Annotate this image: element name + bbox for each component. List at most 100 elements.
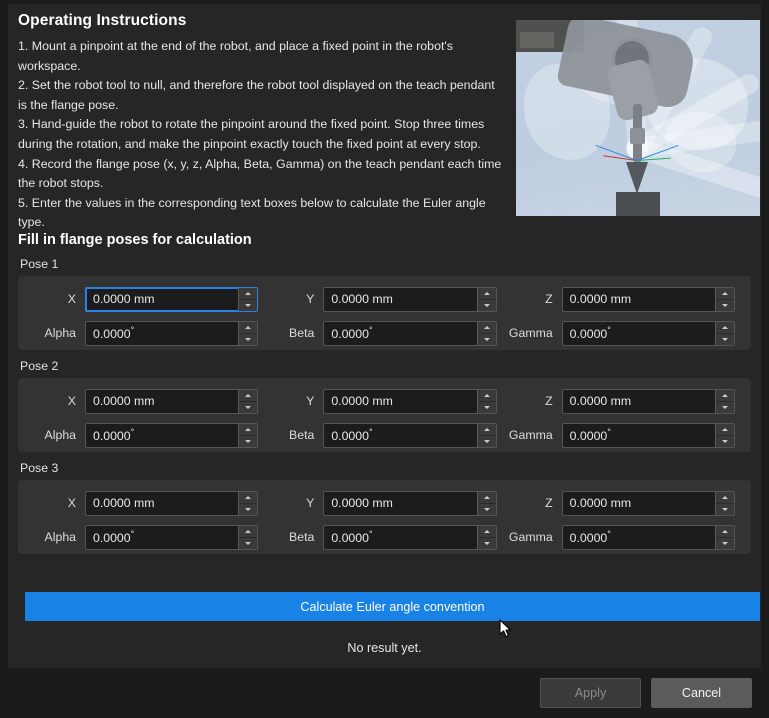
stepper-down-icon[interactable]	[478, 504, 496, 515]
stepper-down-icon[interactable]	[716, 436, 734, 447]
stepper-down-icon[interactable]	[478, 300, 496, 311]
beta-stepper[interactable]	[477, 424, 496, 447]
stepper-up-icon[interactable]	[716, 390, 734, 402]
stepper-down-icon[interactable]	[239, 436, 257, 447]
stepper-up-icon[interactable]	[239, 288, 257, 300]
z-value[interactable]: 0.0000 mm	[563, 292, 715, 306]
alpha-value[interactable]: 0.0000°	[86, 529, 238, 545]
z-value[interactable]: 0.0000 mm	[563, 394, 715, 408]
stepper-up-icon[interactable]	[478, 492, 496, 504]
cancel-button[interactable]: Cancel	[651, 678, 752, 708]
stepper-up-icon[interactable]	[239, 390, 257, 402]
beta-stepper[interactable]	[477, 526, 496, 549]
x-spinbox[interactable]: 0.0000 mm	[85, 287, 258, 312]
gamma-stepper[interactable]	[715, 424, 734, 447]
stepper-down-icon[interactable]	[478, 402, 496, 413]
x-spinbox[interactable]: 0.0000 mm	[85, 389, 258, 414]
stepper-up-icon[interactable]	[716, 424, 734, 436]
y-value[interactable]: 0.0000 mm	[324, 496, 476, 510]
stepper-down-icon[interactable]	[716, 538, 734, 549]
beta-value[interactable]: 0.0000°	[324, 529, 476, 545]
gamma-value[interactable]: 0.0000°	[563, 427, 715, 443]
z-value[interactable]: 0.0000 mm	[563, 496, 715, 510]
beta-stepper[interactable]	[477, 322, 496, 345]
stepper-up-icon[interactable]	[239, 526, 257, 538]
gamma-value[interactable]: 0.0000°	[563, 529, 715, 545]
stepper-down-icon[interactable]	[239, 402, 257, 413]
pose-orientation-row: Alpha 0.0000° Beta 0.0000°	[27, 319, 742, 347]
x-spinbox[interactable]: 0.0000 mm	[85, 491, 258, 516]
stepper-down-icon[interactable]	[716, 300, 734, 311]
alpha-spinbox[interactable]: 0.0000°	[85, 423, 258, 448]
y-spinbox[interactable]: 0.0000 mm	[323, 491, 496, 516]
stepper-up-icon[interactable]	[478, 390, 496, 402]
stepper-up-icon[interactable]	[716, 288, 734, 300]
stepper-down-icon[interactable]	[239, 334, 257, 345]
gamma-spinbox[interactable]: 0.0000°	[562, 525, 735, 550]
x-stepper[interactable]	[238, 390, 257, 413]
field-z: Z 0.0000 mm	[504, 491, 742, 516]
z-stepper[interactable]	[715, 288, 734, 311]
stepper-up-icon[interactable]	[478, 288, 496, 300]
alpha-value[interactable]: 0.0000°	[86, 427, 238, 443]
y-stepper[interactable]	[477, 288, 496, 311]
stepper-down-icon[interactable]	[239, 300, 257, 311]
stepper-down-icon[interactable]	[239, 538, 257, 549]
field-label: Alpha	[27, 428, 85, 442]
stepper-up-icon[interactable]	[716, 492, 734, 504]
alpha-spinbox[interactable]: 0.0000°	[85, 321, 258, 346]
stepper-up-icon[interactable]	[716, 322, 734, 334]
z-spinbox[interactable]: 0.0000 mm	[562, 491, 735, 516]
z-stepper[interactable]	[715, 492, 734, 515]
alpha-stepper[interactable]	[238, 322, 257, 345]
beta-spinbox[interactable]: 0.0000°	[323, 525, 496, 550]
calculate-euler-angle-convention-button[interactable]: Calculate Euler angle convention	[25, 592, 760, 621]
stepper-up-icon[interactable]	[239, 492, 257, 504]
apply-button[interactable]: Apply	[540, 678, 641, 708]
y-value[interactable]: 0.0000 mm	[324, 394, 476, 408]
x-value[interactable]: 0.0000 mm	[86, 496, 238, 510]
stepper-up-icon[interactable]	[478, 526, 496, 538]
stepper-up-icon[interactable]	[716, 526, 734, 538]
pose-position-row: X 0.0000 mm Y 0.0000 mm	[27, 285, 742, 313]
stepper-down-icon[interactable]	[478, 538, 496, 549]
stepper-down-icon[interactable]	[478, 334, 496, 345]
gamma-value[interactable]: 0.0000°	[563, 325, 715, 341]
beta-value[interactable]: 0.0000°	[324, 427, 476, 443]
stepper-up-icon[interactable]	[478, 322, 496, 334]
y-value[interactable]: 0.0000 mm	[324, 292, 476, 306]
z-spinbox[interactable]: 0.0000 mm	[562, 389, 735, 414]
beta-value[interactable]: 0.0000°	[324, 325, 476, 341]
y-stepper[interactable]	[477, 492, 496, 515]
stepper-down-icon[interactable]	[478, 436, 496, 447]
stepper-up-icon[interactable]	[478, 424, 496, 436]
robot-pinpoint-rotation-image	[516, 20, 760, 216]
alpha-stepper[interactable]	[238, 526, 257, 549]
z-spinbox[interactable]: 0.0000 mm	[562, 287, 735, 312]
x-value[interactable]: 0.0000 mm	[86, 292, 238, 306]
stepper-up-icon[interactable]	[239, 322, 257, 334]
y-spinbox[interactable]: 0.0000 mm	[323, 389, 496, 414]
stepper-down-icon[interactable]	[239, 504, 257, 515]
beta-spinbox[interactable]: 0.0000°	[323, 321, 496, 346]
stepper-down-icon[interactable]	[716, 334, 734, 345]
z-stepper[interactable]	[715, 390, 734, 413]
y-stepper[interactable]	[477, 390, 496, 413]
gamma-spinbox[interactable]: 0.0000°	[562, 423, 735, 448]
field-label: Z	[504, 292, 562, 306]
alpha-stepper[interactable]	[238, 424, 257, 447]
stepper-up-icon[interactable]	[239, 424, 257, 436]
alpha-value[interactable]: 0.0000°	[86, 325, 238, 341]
gamma-stepper[interactable]	[715, 322, 734, 345]
stepper-down-icon[interactable]	[716, 504, 734, 515]
alpha-spinbox[interactable]: 0.0000°	[85, 525, 258, 550]
gamma-spinbox[interactable]: 0.0000°	[562, 321, 735, 346]
x-value[interactable]: 0.0000 mm	[86, 394, 238, 408]
y-spinbox[interactable]: 0.0000 mm	[323, 287, 496, 312]
beta-spinbox[interactable]: 0.0000°	[323, 423, 496, 448]
gamma-stepper[interactable]	[715, 526, 734, 549]
x-stepper[interactable]	[238, 492, 257, 515]
x-stepper[interactable]	[238, 288, 257, 311]
dialog-footer: Apply Cancel	[0, 668, 769, 718]
stepper-down-icon[interactable]	[716, 402, 734, 413]
